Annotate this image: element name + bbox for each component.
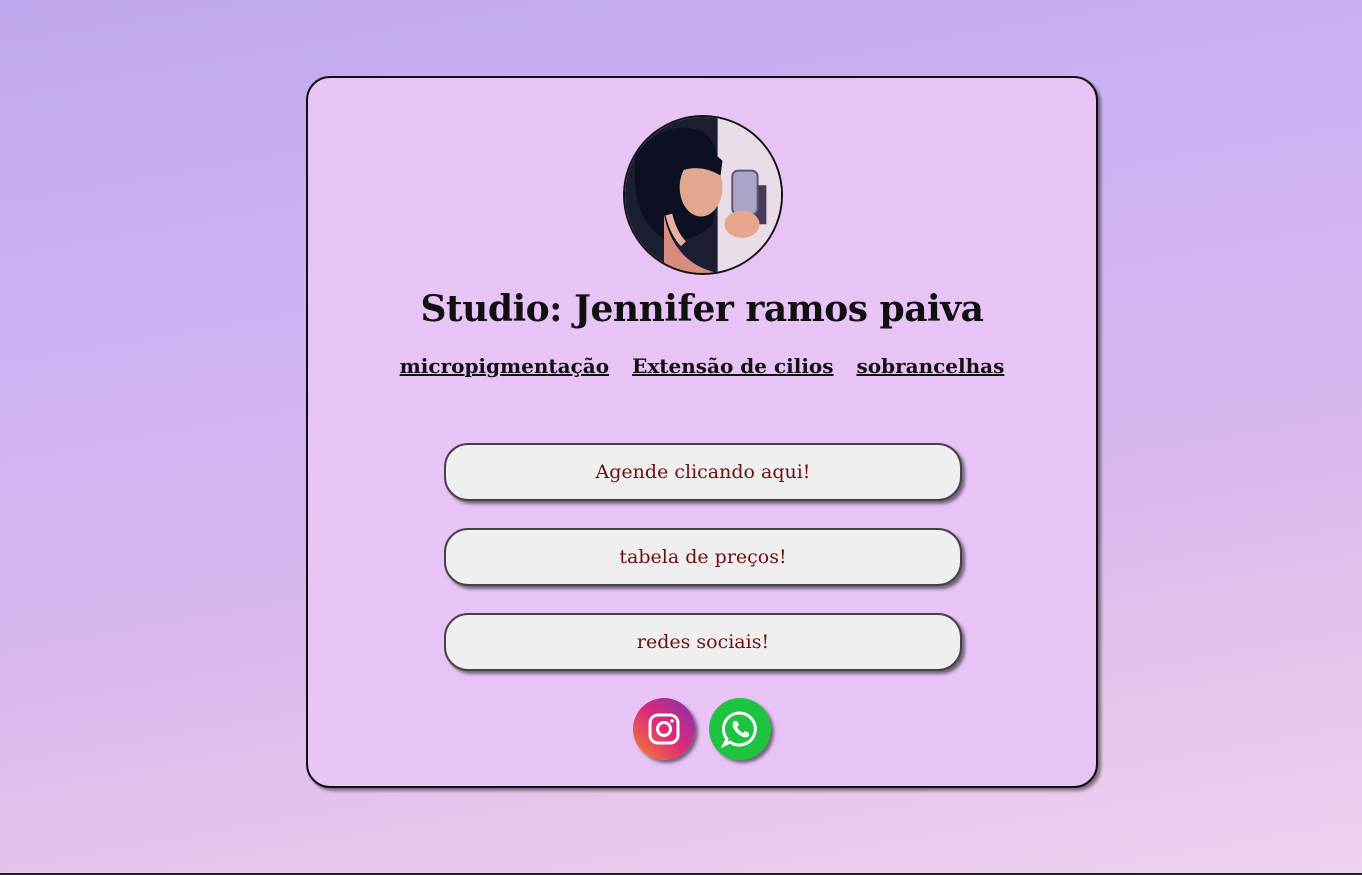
page-title: Studio: Jennifer ramos paiva [420, 288, 984, 330]
social-icons [308, 698, 1096, 760]
price-table-button[interactable]: tabela de preços! [444, 528, 962, 586]
service-link-sobrancelhas[interactable]: sobrancelhas [856, 354, 1004, 378]
profile-card: Studio: Jennifer ramos paiva micropigmen… [306, 76, 1098, 788]
service-link-micropigmentacao[interactable]: micropigmentação [400, 354, 609, 378]
instagram-icon[interactable] [633, 698, 695, 760]
service-link-extensao-cilios[interactable]: Extensão de cilios [632, 354, 833, 378]
schedule-button[interactable]: Agende clicando aqui! [444, 443, 962, 501]
services-nav: micropigmentação Extensão de cilios sobr… [308, 354, 1096, 378]
profile-avatar [623, 115, 783, 275]
social-networks-button[interactable]: redes sociais! [444, 613, 962, 671]
whatsapp-icon[interactable] [709, 698, 771, 760]
